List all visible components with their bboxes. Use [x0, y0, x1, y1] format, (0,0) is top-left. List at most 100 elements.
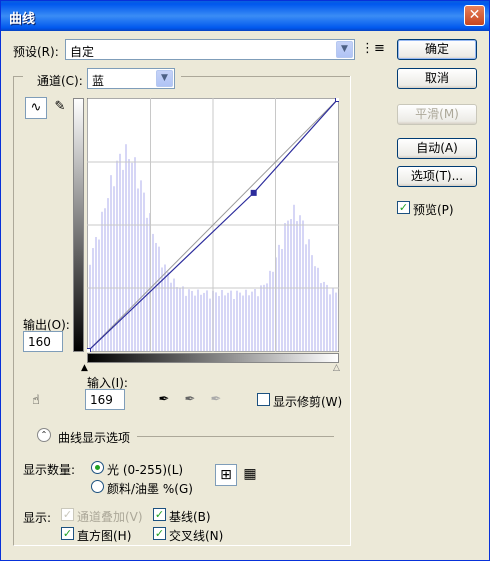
white-point-slider-icon[interactable]: △ — [333, 363, 340, 373]
black-point-slider-icon[interactable]: ▲ — [81, 363, 88, 373]
pencil-icon[interactable]: ✎ — [49, 97, 71, 119]
histogram-bar — [242, 295, 244, 351]
preset-value: 自定 — [70, 45, 95, 59]
chevron-down-icon: ▼ — [156, 70, 173, 87]
histogram-bar — [131, 162, 133, 351]
histogram-label: 直方图(H) — [77, 529, 132, 543]
pigment-radio-label: 颜料/油墨 %(G) — [107, 482, 193, 496]
cancel-button[interactable]: 取消 — [397, 68, 477, 89]
display-options-divider — [137, 436, 334, 437]
histogram-bar — [209, 298, 211, 351]
histogram-bar — [266, 283, 268, 351]
histogram-bar — [158, 246, 160, 351]
detailed-grid-icon[interactable]: ▦ — [239, 464, 261, 486]
close-button[interactable]: ✕ — [464, 5, 485, 26]
output-field[interactable]: 160 — [23, 331, 63, 352]
curve-control-point[interactable] — [335, 98, 340, 102]
simple-grid-icon[interactable]: ⊞ — [215, 464, 237, 486]
histogram-bar — [182, 286, 184, 351]
histogram-bar — [224, 295, 226, 351]
channel-select[interactable]: 蓝 ▼ — [87, 68, 175, 89]
histogram-bar — [206, 290, 208, 351]
histogram-bar — [278, 244, 280, 351]
histogram-bar — [302, 220, 304, 351]
histogram-bar — [197, 289, 199, 351]
histogram-bar — [152, 233, 154, 351]
curve-control-point[interactable] — [250, 189, 257, 196]
histogram-bar — [269, 270, 271, 351]
preset-options-icon[interactable]: ⋮≡ — [361, 39, 385, 61]
histogram-checkbox[interactable]: ✓ — [61, 527, 74, 540]
histogram-bar — [299, 215, 301, 351]
ok-button[interactable]: 确定 — [397, 39, 477, 60]
histogram-bar — [173, 278, 175, 351]
input-field[interactable]: 169 — [85, 389, 125, 410]
histogram-bar — [236, 290, 238, 351]
histogram-bar — [125, 144, 127, 351]
histogram-bar — [332, 287, 334, 351]
histogram-bar — [254, 289, 256, 351]
histogram-bar — [263, 284, 265, 351]
pigment-radio[interactable] — [91, 480, 104, 493]
baseline-checkbox[interactable]: ✓ — [153, 508, 166, 521]
histogram-bar — [245, 289, 247, 351]
histogram-bar — [140, 180, 142, 351]
preview-checkbox[interactable]: ✓ — [397, 201, 410, 214]
smooth-button[interactable]: 平滑(M) — [397, 104, 477, 125]
dialog-title: 曲线 — [9, 12, 36, 27]
histogram-bar — [230, 290, 232, 351]
input-gradient-bar — [87, 353, 339, 363]
histogram-bar — [128, 159, 130, 351]
histogram-bar — [101, 211, 103, 351]
histogram-bar — [107, 198, 109, 351]
channel-value: 蓝 — [92, 74, 105, 88]
histogram-bar — [191, 290, 193, 351]
preview-label: 预览(P) — [413, 203, 454, 217]
curve-point-tool-icon[interactable]: ∿ — [25, 97, 47, 119]
options-button[interactable]: 选项(T)... — [397, 166, 477, 187]
auto-button[interactable]: 自动(A) — [397, 138, 477, 159]
preset-label: 预设(R): — [13, 45, 59, 59]
light-radio[interactable] — [91, 461, 104, 474]
histogram-bar — [281, 248, 283, 351]
black-eyedropper-icon[interactable]: ✒ — [153, 390, 175, 412]
histogram-bar — [134, 157, 136, 351]
histogram-bar — [143, 192, 145, 351]
histogram-bar — [203, 292, 205, 351]
histogram-bar — [326, 284, 328, 351]
preset-select[interactable]: 自定 ▼ — [65, 39, 355, 60]
histogram-bar — [284, 223, 286, 351]
channel-overlays-checkbox[interactable]: ✓ — [61, 508, 74, 521]
show-clipping-checkbox[interactable] — [257, 393, 270, 406]
histogram-bar — [311, 255, 313, 351]
white-eyedropper-icon[interactable]: ✒ — [205, 390, 227, 412]
output-gradient-bar — [73, 98, 84, 352]
histogram-bar — [335, 292, 337, 351]
histogram-bar — [257, 296, 259, 351]
channel-overlays-label: 通道叠加(V) — [77, 510, 143, 524]
gray-eyedropper-icon[interactable]: ✒ — [179, 390, 201, 412]
histogram-bar — [200, 294, 202, 351]
curve-graph[interactable] — [87, 98, 339, 352]
histogram-bar — [290, 219, 292, 351]
histogram-bar — [122, 169, 124, 351]
on-image-adjust-icon[interactable]: ☝ — [25, 391, 47, 413]
light-radio-label: 光 (0-255)(L) — [107, 463, 184, 477]
intersection-checkbox[interactable]: ✓ — [153, 527, 166, 540]
histogram-bar — [239, 292, 241, 351]
histogram-bar — [92, 248, 94, 351]
histogram-bar — [287, 220, 289, 351]
histogram-bar — [317, 267, 319, 351]
histogram-bar — [155, 242, 157, 351]
histogram-bar — [227, 292, 229, 351]
show-label: 显示: — [23, 511, 52, 525]
curve-control-point[interactable] — [87, 348, 91, 353]
chevron-down-icon: ▼ — [336, 41, 353, 58]
histogram-bar — [221, 289, 223, 351]
histogram-bar — [233, 299, 235, 351]
histogram-bar — [329, 294, 331, 351]
histogram-bar — [95, 237, 97, 351]
histogram-bar — [308, 239, 310, 351]
collapse-icon[interactable]: ⌃ — [37, 428, 51, 442]
histogram-bar — [170, 282, 172, 351]
